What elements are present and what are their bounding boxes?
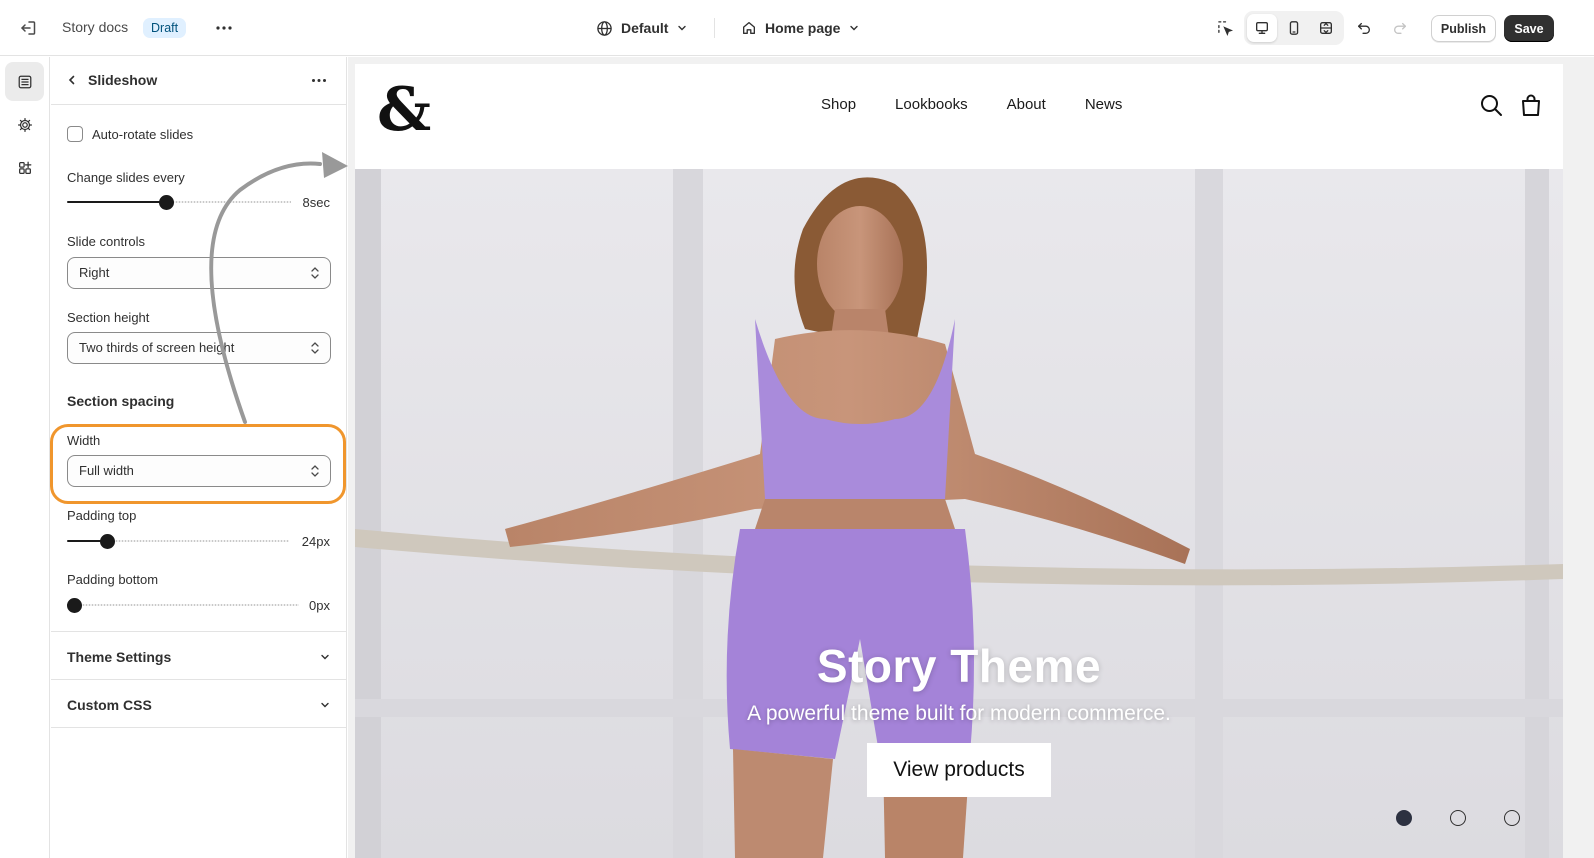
- editor-topbar: Story docs Draft Default Home page Publi…: [0, 0, 1594, 56]
- theme-name: Default: [621, 20, 669, 36]
- slide-dot-2[interactable]: [1450, 810, 1466, 826]
- publish-button[interactable]: Publish: [1431, 15, 1496, 42]
- hero-title: Story Theme: [816, 640, 1102, 692]
- slider-thumb[interactable]: [100, 534, 115, 549]
- globe-icon: [597, 20, 612, 36]
- desktop-icon: [1256, 21, 1268, 34]
- width-setting-highlight: [50, 424, 346, 504]
- theme-settings-collapsible[interactable]: Theme Settings: [51, 631, 347, 679]
- chevron-down-icon: [321, 654, 329, 660]
- panel-title: Slideshow: [88, 72, 158, 88]
- padding-top-slider[interactable]: [67, 534, 289, 549]
- store-header: & Shop Lookbooks About News: [355, 64, 1563, 169]
- apps-icon: [18, 161, 31, 174]
- slide-dot-3[interactable]: [1504, 810, 1520, 826]
- inspector-button[interactable]: [1211, 14, 1239, 42]
- shopping-bag-icon[interactable]: [1519, 93, 1543, 117]
- slider-thumb[interactable]: [159, 195, 174, 210]
- padding-top-label: Padding top: [67, 508, 137, 523]
- store-logo[interactable]: &: [377, 70, 431, 150]
- padding-bottom-slider[interactable]: [67, 598, 299, 613]
- ellipsis-icon: [216, 26, 232, 30]
- chevron-down-icon: [850, 25, 859, 31]
- change-slides-label: Change slides every: [67, 170, 185, 185]
- sidebar-item-sections[interactable]: [5, 62, 44, 101]
- sidebar-item-theme-settings[interactable]: [5, 105, 44, 144]
- custom-css-collapsible[interactable]: Custom CSS: [51, 679, 347, 727]
- full-width-view-button[interactable]: [1311, 14, 1341, 42]
- desktop-view-button[interactable]: [1247, 14, 1277, 42]
- status-badge: Draft: [143, 18, 187, 38]
- back-button[interactable]: [63, 69, 81, 91]
- nav-link-news[interactable]: News: [1085, 96, 1123, 113]
- store-name: Story docs: [62, 19, 129, 35]
- slider-track: [67, 604, 299, 606]
- store-nav: Shop Lookbooks About News: [821, 96, 1122, 113]
- section-height-label: Section height: [67, 310, 150, 325]
- undo-button[interactable]: [1350, 14, 1378, 42]
- chevron-down-icon: [678, 25, 687, 31]
- exit-button[interactable]: [14, 14, 42, 42]
- save-button[interactable]: Save: [1504, 15, 1554, 42]
- ellipsis-icon: [312, 78, 326, 82]
- sidebar-item-apps[interactable]: [5, 148, 44, 187]
- storefront-preview: & Shop Lookbooks About News Story Theme …: [355, 64, 1563, 858]
- slider-thumb[interactable]: [67, 598, 82, 613]
- exit-icon: [21, 21, 36, 35]
- home-icon: [743, 22, 755, 34]
- collapsible-label: Custom CSS: [67, 697, 152, 713]
- mobile-icon: [1289, 21, 1299, 35]
- section-more-button[interactable]: [305, 67, 333, 93]
- padding-bottom-label: Padding bottom: [67, 572, 159, 587]
- slide-controls-value: Right: [79, 265, 110, 280]
- page-name: Home page: [765, 20, 841, 36]
- view-products-button[interactable]: View products: [867, 743, 1051, 797]
- auto-rotate-checkbox[interactable]: [67, 126, 83, 142]
- search-icon[interactable]: [1479, 93, 1503, 117]
- redo-icon: [1394, 22, 1406, 34]
- chevron-down-icon: [321, 702, 329, 708]
- nav-link-shop[interactable]: Shop: [821, 96, 856, 113]
- panel-header: Slideshow: [51, 57, 347, 105]
- hero-subtitle: A powerful theme built for modern commer…: [747, 702, 1171, 725]
- slide-controls-label: Slide controls: [67, 234, 146, 249]
- expand-icon: [1320, 22, 1332, 34]
- more-actions-button[interactable]: [210, 14, 238, 42]
- chevron-left-icon: [68, 75, 75, 85]
- select-pointer-icon: [1217, 20, 1233, 36]
- padding-bottom-value: 0px: [309, 598, 330, 613]
- sections-icon: [18, 75, 31, 88]
- device-toggle-group: [1244, 11, 1344, 45]
- gear-icon: [17, 117, 32, 132]
- theme-selector[interactable]: Default: [596, 14, 688, 42]
- page-selector[interactable]: Home page: [741, 14, 860, 42]
- section-spacing-heading: Section spacing: [67, 393, 175, 409]
- editor-sidebar-rail: [0, 57, 50, 858]
- topbar-divider: [714, 18, 715, 38]
- panel-divider: [51, 727, 347, 728]
- nav-link-lookbooks[interactable]: Lookbooks: [895, 96, 968, 113]
- nav-link-about[interactable]: About: [1007, 96, 1046, 113]
- collapsible-label: Theme Settings: [67, 649, 172, 665]
- annotation-arrow: [209, 152, 348, 424]
- hero-slideshow: Story Theme A powerful theme built for m…: [355, 169, 1563, 858]
- padding-top-value: 24px: [301, 534, 330, 549]
- mobile-view-button[interactable]: [1279, 14, 1309, 42]
- slide-dot-1[interactable]: [1396, 810, 1412, 826]
- undo-icon: [1358, 22, 1370, 34]
- slider-fill: [67, 201, 166, 203]
- auto-rotate-label: Auto-rotate slides: [92, 127, 194, 142]
- redo-button[interactable]: [1386, 14, 1414, 42]
